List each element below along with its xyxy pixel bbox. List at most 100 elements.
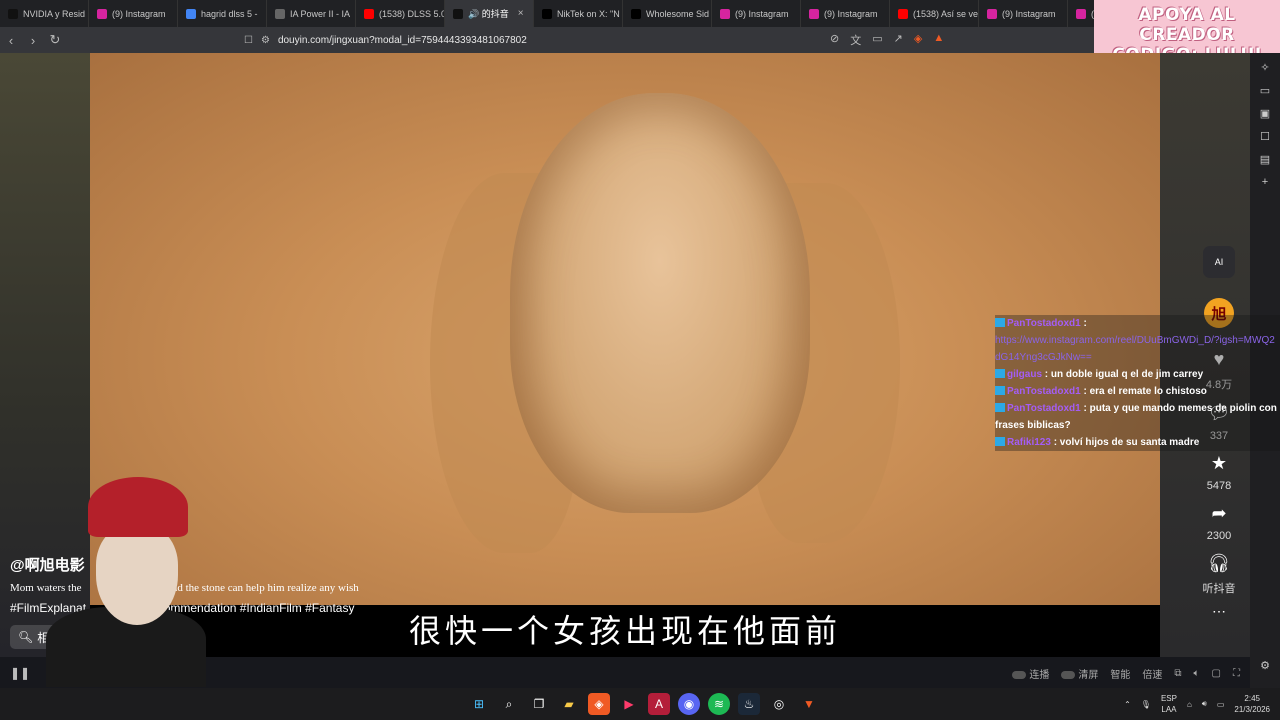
tab-label: NikTek on X: "N bbox=[557, 8, 620, 19]
brave-nightly-icon[interactable]: ▼ bbox=[798, 693, 820, 715]
system-tray: ⌃ 🎙︎ ESP LAA ⌂ 🔊︎ ▭ 2:45 21/3/2026 bbox=[1124, 693, 1270, 715]
brave-browser-icon[interactable]: ◈ bbox=[588, 693, 610, 715]
chat-text: : bbox=[1083, 318, 1087, 329]
avatar-beanie bbox=[88, 477, 188, 537]
wallet-icon[interactable]: ▣ bbox=[1260, 107, 1270, 120]
share-arrow-icon[interactable]: ➦ bbox=[1204, 498, 1234, 528]
adobe-app-icon[interactable]: A bbox=[648, 693, 670, 715]
toggle-icon bbox=[1061, 671, 1076, 680]
browser-tab[interactable]: NikTek on X: "N bbox=[534, 0, 623, 27]
favorite-count: 5478 bbox=[1206, 480, 1232, 492]
chat-text: : era el remate lo chistoso bbox=[1083, 386, 1207, 397]
browser-tab[interactable]: (9) Instagram bbox=[801, 0, 890, 27]
player-controls-right: 连播 清屏 智能 倍速 ⧉ 🔈︎ ▢ ⛶ bbox=[1012, 666, 1240, 681]
browser-tab[interactable]: hagrid dlss 5 - bbox=[178, 0, 267, 27]
instagram-icon bbox=[720, 8, 730, 19]
windows-start-icon[interactable]: ⊞ bbox=[468, 693, 490, 715]
speed-button[interactable]: 倍速 bbox=[1142, 666, 1162, 681]
task-view-icon[interactable]: ❐ bbox=[528, 693, 550, 715]
microphone-icon[interactable]: 🎙︎ bbox=[1141, 700, 1151, 709]
tv-icon[interactable]: ▭ bbox=[1260, 84, 1270, 97]
bookmarks-icon[interactable]: ☐ bbox=[1260, 130, 1270, 143]
network-icon[interactable]: ⌂ bbox=[1187, 700, 1192, 709]
pip-icon[interactable]: ⧉ bbox=[1174, 668, 1181, 679]
language-indicator[interactable]: ESP LAA bbox=[1161, 693, 1177, 715]
browser-tab[interactable]: NVIDIA y Resid bbox=[0, 0, 89, 27]
ai-button[interactable]: AI bbox=[1203, 246, 1235, 278]
chat-message: gilgaus : un doble igual q el de jim car… bbox=[995, 366, 1280, 383]
browser-tab[interactable]: (1538) Así se ve bbox=[890, 0, 979, 27]
reading-list-icon[interactable]: ▤ bbox=[1260, 153, 1270, 166]
sand-face-sculpture bbox=[510, 93, 810, 513]
url-text[interactable]: douyin.com/jingxuan?modal_id=75944433934… bbox=[278, 35, 527, 46]
translate-off-icon[interactable]: ⊘ bbox=[830, 32, 839, 48]
tiktok-icon bbox=[8, 8, 18, 19]
smart-button[interactable]: 智能 bbox=[1110, 666, 1130, 681]
bookmark-icon[interactable]: ☐ bbox=[244, 35, 253, 46]
toolbar-icons: ⊘ 文 ▭ ↗ ◈ ▲ bbox=[830, 32, 944, 48]
tab-label: (9) Instagram bbox=[1002, 8, 1056, 19]
search-icon[interactable]: ⌕ bbox=[498, 693, 520, 715]
toggle-icon bbox=[1012, 671, 1027, 680]
instagram-icon bbox=[97, 8, 107, 19]
browser-tab[interactable]: (1538) DLSS 5.0 bbox=[356, 0, 445, 27]
browser-tab[interactable]: (9) Instagram bbox=[89, 0, 178, 27]
tray-chevron-icon[interactable]: ⌃ bbox=[1124, 700, 1131, 709]
speaker-icon[interactable]: 🔊︎ bbox=[1202, 699, 1207, 709]
close-tab-icon[interactable]: × bbox=[518, 8, 524, 19]
autoplay-toggle[interactable]: 连播 bbox=[1012, 666, 1049, 681]
browser-tab[interactable]: Wholesome Sid bbox=[623, 0, 712, 27]
chat-link[interactable]: https://www.instagram.com/reel/DUuBmGWDi… bbox=[995, 332, 1280, 366]
more-options-icon[interactable]: ⋯ bbox=[1204, 596, 1234, 626]
tab-label: NVIDIA y Resid bbox=[23, 8, 86, 19]
pause-icon[interactable]: ❚❚ bbox=[10, 666, 30, 680]
x-icon bbox=[542, 8, 552, 19]
volume-icon[interactable]: 🔈︎ bbox=[1194, 668, 1200, 679]
add-panel-icon[interactable]: + bbox=[1262, 176, 1268, 188]
site-info-icon[interactable]: ⚙ bbox=[261, 35, 270, 46]
battery-icon[interactable]: ▭ bbox=[1217, 700, 1225, 709]
clear-label: 清屏 bbox=[1078, 670, 1099, 681]
favorite-star-icon[interactable]: ★ bbox=[1204, 448, 1234, 478]
promo-line-1: APOYA AL CREADOR bbox=[1138, 5, 1236, 45]
brave-rewards-icon[interactable]: ▲ bbox=[933, 32, 944, 48]
browser-tab[interactable]: (9) Instagram bbox=[979, 0, 1068, 27]
browser-tab[interactable]: 🔊 的抖音 × bbox=[445, 0, 534, 27]
tab-label: (9) Instagram bbox=[735, 8, 789, 19]
chat-badge-icon bbox=[995, 437, 1005, 446]
steam-icon[interactable]: ♨ bbox=[738, 693, 760, 715]
chat-text: : volví hijos de su santa madre bbox=[1053, 437, 1200, 448]
share-icon[interactable]: ↗ bbox=[894, 32, 903, 48]
lang-bottom: LAA bbox=[1161, 705, 1177, 714]
fullscreen-icon[interactable]: ⛶ bbox=[1233, 668, 1240, 679]
tab-label: (9) Instagram bbox=[824, 8, 878, 19]
translate-icon[interactable]: 文 bbox=[850, 32, 861, 48]
file-explorer-icon[interactable]: ▰ bbox=[558, 693, 580, 715]
headphones-icon[interactable]: 🎧︎ bbox=[1204, 548, 1234, 578]
browser-tab[interactable]: IA Power II - IA bbox=[267, 0, 356, 27]
chat-username[interactable]: PanTostadoxd1 bbox=[1007, 403, 1081, 414]
browser-tab[interactable]: (9) Instagram bbox=[712, 0, 801, 27]
tiktok-icon bbox=[453, 8, 463, 19]
media-player-icon[interactable]: ▶ bbox=[618, 693, 640, 715]
obs-icon[interactable]: ◎ bbox=[768, 693, 790, 715]
chat-username[interactable]: PanTostadoxd1 bbox=[1007, 386, 1081, 397]
settings-gear-icon[interactable]: ⚙ bbox=[1260, 659, 1270, 672]
reader-icon[interactable]: ▭ bbox=[872, 32, 882, 48]
clock[interactable]: 2:45 21/3/2026 bbox=[1234, 693, 1270, 715]
chat-username[interactable]: Rafiki123 bbox=[1007, 437, 1051, 448]
clear-screen-toggle[interactable]: 清屏 bbox=[1061, 666, 1098, 681]
web-fullscreen-icon[interactable]: ▢ bbox=[1212, 668, 1221, 679]
listen-label: 听抖音 bbox=[1202, 583, 1236, 595]
discord-icon[interactable]: ◉ bbox=[678, 693, 700, 715]
spotify-icon[interactable]: ≋ bbox=[708, 693, 730, 715]
google-icon bbox=[186, 8, 196, 19]
brave-shield-icon[interactable]: ◈ bbox=[914, 32, 922, 48]
chat-username[interactable]: PanTostadoxd1 bbox=[1007, 318, 1081, 329]
chat-username[interactable]: gilgaus bbox=[1007, 369, 1042, 380]
reload-icon[interactable]: ↻ bbox=[44, 32, 66, 48]
forward-icon[interactable]: › bbox=[22, 33, 44, 48]
leo-ai-icon[interactable]: ✧ bbox=[1260, 61, 1269, 74]
back-icon[interactable]: ‹ bbox=[0, 33, 22, 48]
chat-badge-icon bbox=[995, 369, 1005, 378]
